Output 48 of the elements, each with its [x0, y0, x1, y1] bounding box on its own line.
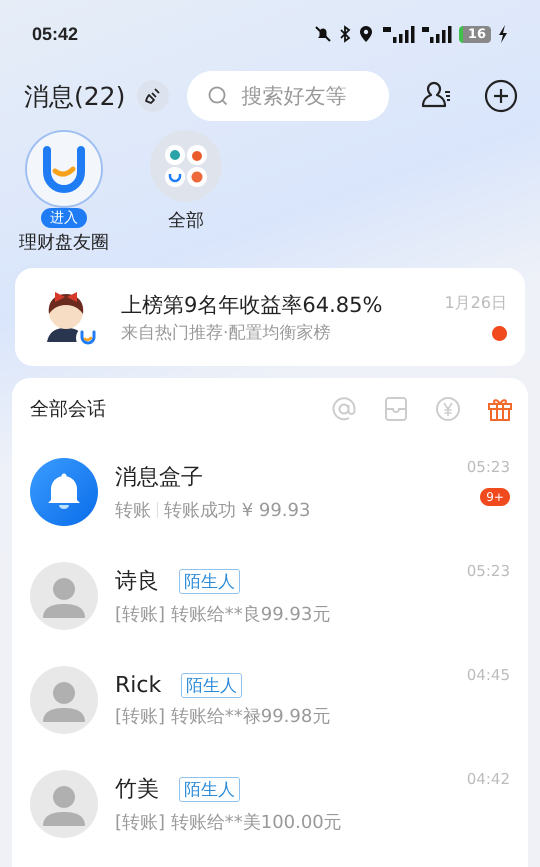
broom-icon: [144, 87, 162, 105]
message-preview: 转账成功 ¥ 99.93: [164, 499, 310, 522]
message-preview: [转账] 转账给**禄99.98元: [115, 704, 330, 728]
location-icon: [358, 25, 374, 43]
status-time: 05:42: [32, 24, 78, 44]
search-icon: [207, 85, 230, 107]
message-time: 04:45: [466, 666, 510, 684]
message-time: 05:23: [466, 458, 510, 476]
message-time: 05:23: [466, 562, 510, 580]
unread-badge: 9+: [480, 488, 510, 506]
section-title: 全部会话: [30, 397, 106, 422]
contact-name: 竹美: [115, 776, 159, 804]
battery-level: 16: [458, 26, 491, 42]
person-avatar-icon: [30, 770, 98, 838]
bell-muted-icon: [314, 25, 332, 43]
enter-badge: 进入: [41, 208, 87, 228]
conversation-row[interactable]: Rick 陌生人 [转账] 转账给**禄99.98元 04:45: [12, 648, 528, 752]
featured-card[interactable]: 上榜第9名年收益率64.85% 来自热门推荐·配置均衡家榜 1月26日: [15, 268, 525, 366]
stranger-tag: 陌生人: [181, 672, 242, 698]
conversation-row[interactable]: 诗良 陌生人 [转账] 转账给**良99.93元 05:23: [12, 544, 528, 648]
circle-label: 全部: [168, 209, 204, 232]
add-icon[interactable]: [483, 78, 520, 114]
person-avatar-icon: [30, 666, 98, 734]
conversation-row[interactable]: 竹美 陌生人 [转账] 转账给**美100.00元 04:42: [12, 752, 528, 856]
contact-name: 消息盒子: [115, 464, 203, 492]
contact-name: 诗良: [115, 568, 159, 596]
signal-icon: [422, 25, 452, 43]
search-input[interactable]: 搜索好友等: [239, 83, 384, 109]
charging-icon: [498, 25, 508, 43]
circle-label: 理财盘友圈: [19, 231, 109, 254]
message-preview: [转账] 转账给**良99.93元: [115, 603, 330, 626]
featured-date: 1月26日: [444, 293, 507, 314]
featured-subtitle: 来自热门推荐·配置均衡家榜: [121, 322, 332, 344]
message-preview: [转账] 转账给**美100.00元: [115, 811, 342, 834]
conversation-row[interactable]: 消息盒子 转账 转账成功 ¥ 99.93 05:23 9+: [12, 440, 528, 544]
signal-icon: [380, 25, 415, 43]
clear-unread-button[interactable]: [137, 80, 170, 112]
stranger-tag: 陌生人: [179, 776, 240, 802]
contact-name: Rick: [115, 672, 162, 698]
bell-avatar-icon: [30, 458, 98, 526]
search-field[interactable]: 搜索好友等: [187, 71, 390, 121]
message-type: 转账: [115, 499, 151, 522]
stranger-tag: 陌生人: [179, 568, 240, 594]
message-time: 04:42: [466, 770, 510, 788]
featured-title: 上榜第9名年收益率64.85%: [121, 292, 384, 318]
bluetooth-icon: [338, 25, 351, 43]
page-title: 消息(22): [24, 80, 126, 112]
person-avatar-icon: [30, 562, 98, 630]
